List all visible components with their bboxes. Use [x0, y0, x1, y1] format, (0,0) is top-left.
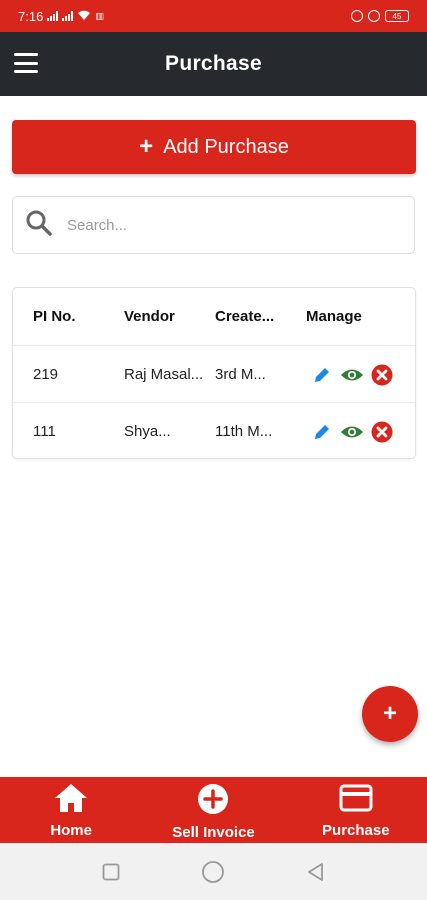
card-icon — [339, 783, 373, 818]
purchase-table: PI No. Vendor Create... Manage 219 Raj M… — [12, 287, 416, 459]
bottom-nav: Home Sell Invoice Purchase — [0, 777, 427, 843]
search-input[interactable] — [67, 216, 387, 234]
nav-label-purchase: Purchase — [322, 822, 390, 839]
edit-pencil-icon[interactable] — [310, 420, 334, 444]
delete-x-icon[interactable] — [370, 363, 394, 387]
header-pi-no: PI No. — [33, 308, 76, 325]
table-row[interactable]: 111 Shya... 11th M... — [13, 402, 415, 459]
floating-add-button[interactable]: + — [362, 686, 418, 742]
created-cell: 3rd M... — [215, 366, 266, 383]
view-eye-icon[interactable] — [340, 363, 364, 387]
vendor-cell: Raj Masal... — [124, 366, 204, 383]
delete-x-icon[interactable] — [370, 420, 394, 444]
header-created: Create... — [215, 308, 275, 325]
vibrate-icon — [351, 10, 363, 22]
vendor-cell: Shya... — [124, 423, 171, 440]
nav-label-home: Home — [50, 822, 92, 839]
table-row[interactable]: 219 Raj Masal... 3rd M... — [13, 345, 415, 402]
nav-label-sell-invoice: Sell Invoice — [172, 824, 255, 841]
search-icon — [25, 209, 53, 242]
nav-item-sell-invoice[interactable]: Sell Invoice — [142, 777, 284, 843]
system-nav-bar — [0, 843, 427, 900]
nav-item-purchase[interactable]: Purchase — [285, 777, 427, 843]
app-bar: Purchase — [0, 32, 427, 96]
menu-icon[interactable] — [14, 53, 38, 73]
plus-circle-icon — [197, 783, 229, 820]
wifi-icon — [77, 9, 91, 24]
recent-apps-icon[interactable] — [99, 860, 123, 884]
header-vendor: Vendor — [124, 308, 175, 325]
manage-cell — [306, 403, 412, 460]
add-purchase-button[interactable]: + Add Purchase — [12, 120, 416, 174]
header-manage: Manage — [306, 308, 362, 325]
edit-pencil-icon[interactable] — [310, 363, 334, 387]
volte-icon: ▥ — [95, 10, 104, 21]
signal-icon — [47, 11, 59, 21]
battery-icon: 45 — [385, 10, 409, 22]
status-time: 7:16 — [18, 8, 44, 24]
search-box[interactable] — [12, 196, 415, 254]
alarm-icon — [368, 10, 380, 22]
nav-item-home[interactable]: Home — [0, 777, 142, 843]
status-right: 45 — [351, 10, 409, 22]
pi-no-cell: 111 — [33, 423, 56, 440]
status-bar: 7:16 ▥ 45 — [0, 0, 427, 32]
manage-cell — [306, 346, 412, 403]
view-eye-icon[interactable] — [340, 420, 364, 444]
home-circle-icon[interactable] — [201, 860, 225, 884]
status-left: 7:16 ▥ — [18, 9, 104, 24]
page-title: Purchase — [165, 52, 262, 75]
signal-icon-2 — [62, 11, 74, 21]
table-header: PI No. Vendor Create... Manage — [13, 288, 415, 345]
add-purchase-label: Add Purchase — [163, 135, 289, 158]
plus-icon: + — [139, 133, 154, 160]
home-icon — [54, 783, 88, 818]
created-cell: 11th M... — [215, 423, 273, 440]
back-icon[interactable] — [304, 860, 328, 884]
pi-no-cell: 219 — [33, 366, 59, 383]
